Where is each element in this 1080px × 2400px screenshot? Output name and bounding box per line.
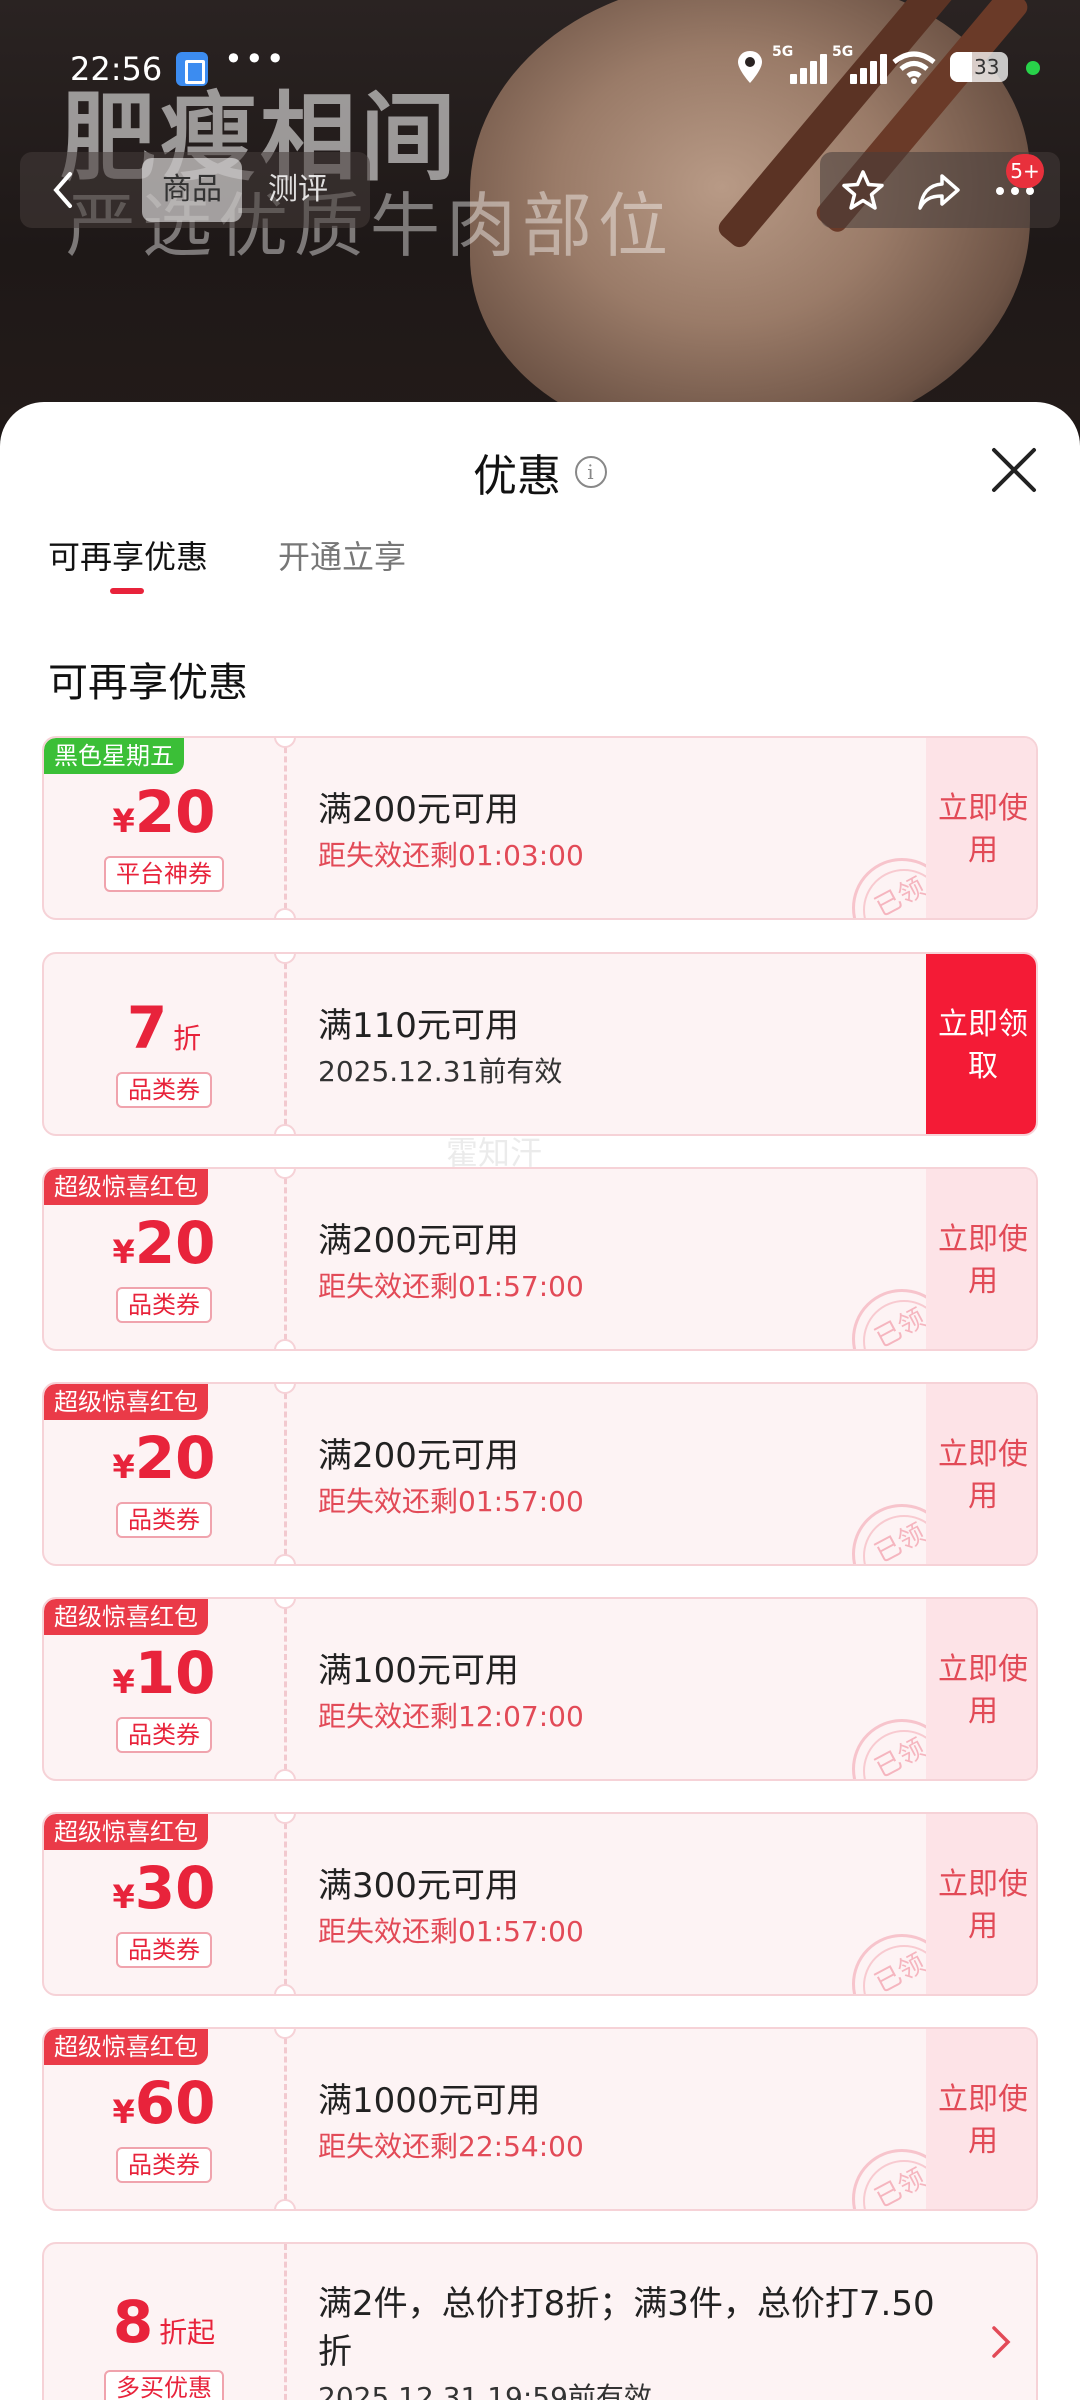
coupon-amount: ¥20: [112, 778, 216, 846]
coupon-tag: 黑色星期五: [44, 738, 184, 774]
notification-badge: 5+: [1006, 154, 1044, 188]
tab-activate-now[interactable]: 开通立享: [278, 532, 406, 578]
coupon-countdown: 距失效还剩12:07:00: [318, 1700, 584, 1733]
use-now-button[interactable]: 立即使用: [926, 1599, 1036, 1779]
back-icon[interactable]: [46, 170, 82, 210]
status-more-icon: •••: [224, 40, 287, 78]
product-top-nav: 商品 测评: [20, 152, 1060, 228]
tab-review[interactable]: 测评: [268, 158, 368, 222]
claim-now-button[interactable]: 立即领取: [926, 954, 1036, 1134]
use-now-button[interactable]: 立即使用: [926, 1814, 1036, 1994]
coupon-kind: 品类券: [44, 1072, 284, 1108]
coupon-tag: 超级惊喜红包: [44, 1599, 208, 1635]
coupon-countdown: 距失效还剩01:57:00: [318, 1485, 584, 1518]
sheet-title: 优惠: [473, 451, 561, 502]
close-icon[interactable]: [988, 444, 1040, 496]
notes-app-icon: [176, 52, 208, 86]
star-icon[interactable]: [840, 168, 886, 214]
coupon-tag: 超级惊喜红包: [44, 2029, 208, 2065]
coupon-kind: 品类券: [44, 1502, 284, 1538]
status-time: 22:56: [70, 50, 163, 88]
status-bar: 22:56 ••• 5G 5G 33: [0, 0, 1080, 140]
active-tab-indicator: [110, 588, 144, 594]
coupon-condition: 满110元可用: [318, 1006, 519, 1046]
tab-available-discounts[interactable]: 可再享优惠: [48, 532, 208, 578]
coupon-tag: 超级惊喜红包: [44, 1384, 208, 1420]
location-icon: [738, 51, 762, 83]
coupon-card: 7折 品类券 满110元可用 2025.12.31前有效 立即领取: [42, 952, 1038, 1136]
coupon-countdown: 距失效还剩01:57:00: [318, 1270, 584, 1303]
coupon-amount: ¥10: [112, 1639, 216, 1707]
battery-level: 33: [974, 55, 1000, 79]
promo-validity: 2025.12.31 19:59前有效: [318, 2381, 652, 2400]
coupon-countdown: 距失效还剩01:57:00: [318, 1915, 584, 1948]
chevron-right-icon[interactable]: [988, 2324, 1014, 2360]
multi-buy-promo-card[interactable]: 8 折起 多买优惠 满2件，总价打8折；满3件，总价打7.50折 2025.12.…: [42, 2242, 1038, 2400]
coupon-card: 超级惊喜红包 ¥20 品类券 满200元可用 距失效还剩01:57:00 已领 …: [42, 1167, 1038, 1351]
coupon-amount: ¥20: [112, 1424, 216, 1492]
coupon-condition: 满1000元可用: [318, 2081, 541, 2121]
coupon-kind: 品类券: [44, 1717, 284, 1753]
coupon-countdown: 距失效还剩01:03:00: [318, 839, 584, 872]
coupon-kind: 品类券: [44, 2147, 284, 2183]
signal-5g-icon: 5G: [772, 44, 828, 84]
section-title: 可再享优惠: [48, 660, 248, 706]
coupon-card: 超级惊喜红包 ¥30 品类券 满300元可用 距失效还剩01:57:00 已领 …: [42, 1812, 1038, 1996]
info-icon[interactable]: [575, 456, 607, 488]
tab-goods[interactable]: 商品: [142, 158, 242, 222]
battery-icon: 33: [950, 52, 1008, 82]
promo-amount: 8 折起: [112, 2288, 216, 2356]
share-icon[interactable]: [916, 168, 962, 214]
use-now-button[interactable]: 立即使用: [926, 738, 1036, 918]
coupon-condition: 满200元可用: [318, 1436, 519, 1476]
coupon-condition: 满200元可用: [318, 1221, 519, 1261]
coupon-kind: 品类券: [44, 1287, 284, 1323]
coupon-validity: 2025.12.31前有效: [318, 1055, 563, 1088]
coupon-condition: 满300元可用: [318, 1866, 519, 1906]
use-now-button[interactable]: 立即使用: [926, 2029, 1036, 2209]
coupon-card: 超级惊喜红包 ¥20 品类券 满200元可用 距失效还剩01:57:00 已领 …: [42, 1382, 1038, 1566]
coupon-countdown: 距失效还剩22:54:00: [318, 2130, 584, 2163]
coupon-amount: ¥60: [112, 2069, 216, 2137]
sheet-header: 优惠: [0, 440, 1080, 504]
signal-5g-icon-2: 5G: [832, 44, 888, 84]
use-now-button[interactable]: 立即使用: [926, 1384, 1036, 1564]
coupon-condition: 满200元可用: [318, 790, 519, 830]
privacy-dot: [1026, 61, 1040, 75]
nav-left-group: 商品 测评: [20, 152, 370, 228]
coupon-kind: 品类券: [44, 1932, 284, 1968]
coupon-card: 超级惊喜红包 ¥10 品类券 满100元可用 距失效还剩12:07:00 已领 …: [42, 1597, 1038, 1781]
coupon-tag: 超级惊喜红包: [44, 1169, 208, 1205]
promo-condition: 满2件，总价打8折；满3件，总价打7.50折: [318, 2284, 935, 2372]
coupon-card: 黑色星期五 ¥20 平台神券 满200元可用 距失效还剩01:03:00 已领 …: [42, 736, 1038, 920]
coupon-condition: 满100元可用: [318, 1651, 519, 1691]
coupon-amount: ¥20: [112, 1209, 216, 1277]
promo-kind: 多买优惠: [44, 2370, 284, 2400]
coupon-card: 超级惊喜红包 ¥60 品类券 满1000元可用 距失效还剩22:54:00 已领…: [42, 2027, 1038, 2211]
wifi-icon: [892, 51, 936, 84]
coupon-sheet: 优惠 可再享优惠 开通立享 可再享优惠 黑色星期五 ¥20 平台神券 满200元…: [0, 402, 1080, 2400]
coupon-kind: 平台神券: [44, 856, 284, 892]
use-now-button[interactable]: 立即使用: [926, 1169, 1036, 1349]
coupon-amount: ¥30: [112, 1854, 216, 1922]
coupon-tag: 超级惊喜红包: [44, 1814, 208, 1850]
coupon-amount: 7折: [126, 994, 202, 1062]
